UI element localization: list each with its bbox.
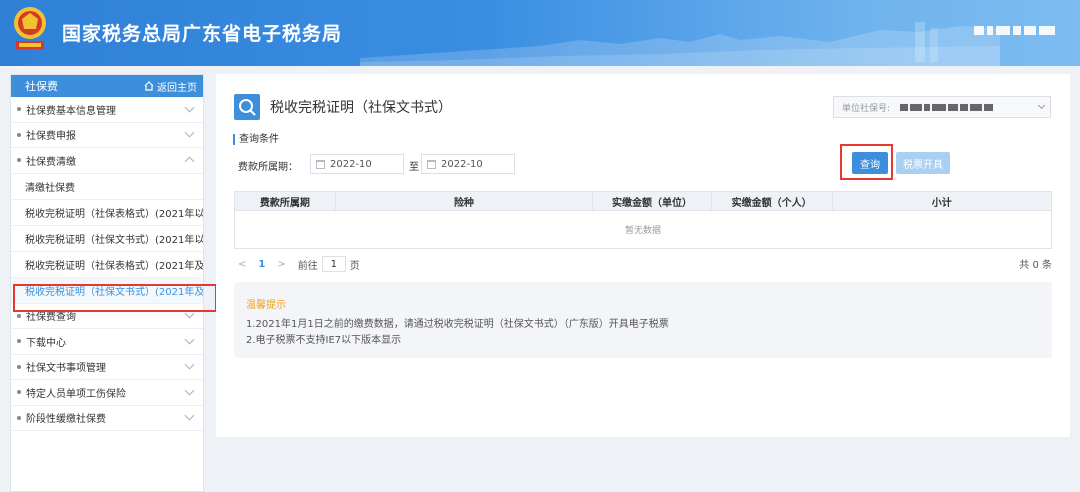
site-title: 国家税务总局广东省电子税务局 (62, 23, 343, 45)
empty-state: 暂无数据 (234, 211, 1052, 249)
chevron-down-icon (184, 334, 195, 345)
column-header: 实缴金额（个人） (712, 192, 833, 210)
sidebar-item-download[interactable]: 下载中心 (11, 329, 203, 355)
sidebar-subitem-cert-table-after-2021[interactable]: 税收完税证明（社保表格式）(2021年及以 (11, 252, 203, 278)
tip-line: 1.2021年1月1日之前的缴费数据，请通过税收完税证明（社保文书式）（广东版）… (246, 319, 669, 330)
home-label: 返回主页 (157, 82, 197, 94)
chevron-down-icon (184, 385, 195, 396)
top-header: 国家税务总局广东省电子税务局 (0, 0, 1080, 66)
unit-label: 单位社保号: (842, 103, 891, 114)
goto-label: 前往 (297, 260, 318, 272)
goto-page: 前往 1 页 (298, 256, 360, 272)
tips-title: 温馨提示 (246, 300, 286, 311)
city-skyline-decoration (360, 22, 1000, 66)
query-conditions-heading: 查询条件 (233, 134, 279, 145)
bullet-icon (17, 364, 21, 369)
to-label: 至 (409, 162, 419, 173)
column-header: 费款所属期 (235, 192, 336, 210)
bullet-icon (17, 158, 21, 163)
sidebar-item-label: 特定人员单项工伤保险 (26, 388, 126, 400)
sidebar-item-label: 阶段性缓缴社保费 (26, 414, 106, 426)
issue-tax-invoice-button[interactable]: 税票开具 (896, 152, 950, 174)
tip-line: 2.电子税票不支持IE7以下版本显示 (246, 335, 402, 346)
sidebar-item-label: 社保费清缴 (26, 156, 76, 168)
home-icon (144, 81, 154, 91)
calendar-icon (316, 159, 325, 169)
sidebar-header: 社保费 返回主页 (11, 75, 203, 97)
prev-page-button[interactable]: < (238, 259, 246, 270)
chevron-down-icon (184, 410, 195, 421)
column-header: 险种 (336, 192, 594, 210)
sidebar-item-payment[interactable]: 社保费清缴 (11, 148, 203, 174)
home-link[interactable]: 返回主页 (144, 79, 197, 94)
calendar-icon (427, 159, 436, 169)
user-name-masked[interactable] (974, 24, 1058, 36)
results-table: 费款所属期 险种 实缴金额（单位） 实缴金额（个人） 小计 暂无数据 (234, 191, 1052, 249)
sidebar-item-documents[interactable]: 社保文书事项管理 (11, 355, 203, 380)
sidebar-item-declare[interactable]: 社保费申报 (11, 123, 203, 148)
sidebar-subitem-pay-fee[interactable]: 清缴社保费 (11, 174, 203, 200)
date-to-value: 2022-10 (441, 158, 483, 170)
sidebar-section-title: 社保费 (25, 80, 58, 93)
next-page-button[interactable]: > (277, 259, 285, 270)
tips-panel: 温馨提示 1.2021年1月1日之前的缴费数据，请通过税收完税证明（社保文书式）… (234, 282, 1052, 358)
chevron-down-icon (184, 127, 195, 138)
bullet-icon (17, 339, 21, 344)
date-from-input[interactable]: 2022-10 (310, 154, 404, 174)
chevron-down-icon (184, 102, 195, 113)
tax-emblem-icon (14, 7, 46, 49)
sidebar-subitem-cert-table-before-2021[interactable]: 税收完税证明（社保表格式）(2021年以前 (11, 200, 203, 226)
chevron-down-icon (184, 359, 195, 370)
column-header: 小计 (931, 197, 952, 209)
table-header-row: 费款所属期 险种 实缴金额（单位） 实缴金额（个人） 小计 (234, 191, 1052, 211)
sidebar-item-label: 社保文书事项管理 (26, 363, 106, 375)
period-label: 费款所属期： (238, 162, 298, 173)
pagination: < 1 > 前往 1 页 (238, 256, 360, 272)
column-header: 实缴金额（单位） (593, 192, 712, 210)
date-to-input[interactable]: 2022-10 (421, 154, 515, 174)
current-page[interactable]: 1 (258, 259, 265, 270)
main-panel: 税收完税证明（社保文书式） 单位社保号: 查询条件 费款所属期： 2022-10… (216, 74, 1070, 437)
chevron-down-icon (1037, 101, 1046, 110)
unit-social-security-select[interactable]: 单位社保号: (833, 96, 1051, 118)
page-suffix: 页 (349, 260, 360, 272)
sidebar-item-label: 下载中心 (26, 337, 66, 349)
bullet-icon (17, 107, 21, 112)
sidebar-item-basic-info[interactable]: 社保费基本信息管理 (11, 97, 203, 123)
sidebar-subitem-cert-doc-before-2021[interactable]: 税收完税证明（社保文书式）(2021年以前 (11, 226, 203, 252)
unit-number-masked (900, 103, 994, 111)
bullet-icon (17, 132, 21, 137)
goto-page-input[interactable]: 1 (321, 256, 346, 272)
highlight-box-sidebar (13, 284, 217, 312)
total-count: 共 0 条 (1019, 260, 1052, 271)
sidebar: 社保费 返回主页 社保费基本信息管理 社保费申报 社保费清缴 清缴社保费 税收完… (10, 74, 204, 492)
sidebar-item-label: 社保费申报 (26, 131, 76, 143)
bullet-icon (17, 415, 21, 420)
date-from-value: 2022-10 (330, 158, 372, 170)
search-icon (234, 94, 260, 120)
highlight-box-query (840, 144, 893, 180)
sidebar-item-label: 社保费基本信息管理 (26, 105, 116, 117)
sidebar-item-deferred-payment[interactable]: 阶段性缓缴社保费 (11, 406, 203, 431)
page-title: 税收完税证明（社保文书式） (270, 100, 452, 116)
sidebar-item-injury-insurance[interactable]: 特定人员单项工伤保险 (11, 380, 203, 406)
bullet-icon (17, 313, 21, 318)
chevron-up-icon (184, 156, 195, 167)
bullet-icon (17, 390, 21, 395)
